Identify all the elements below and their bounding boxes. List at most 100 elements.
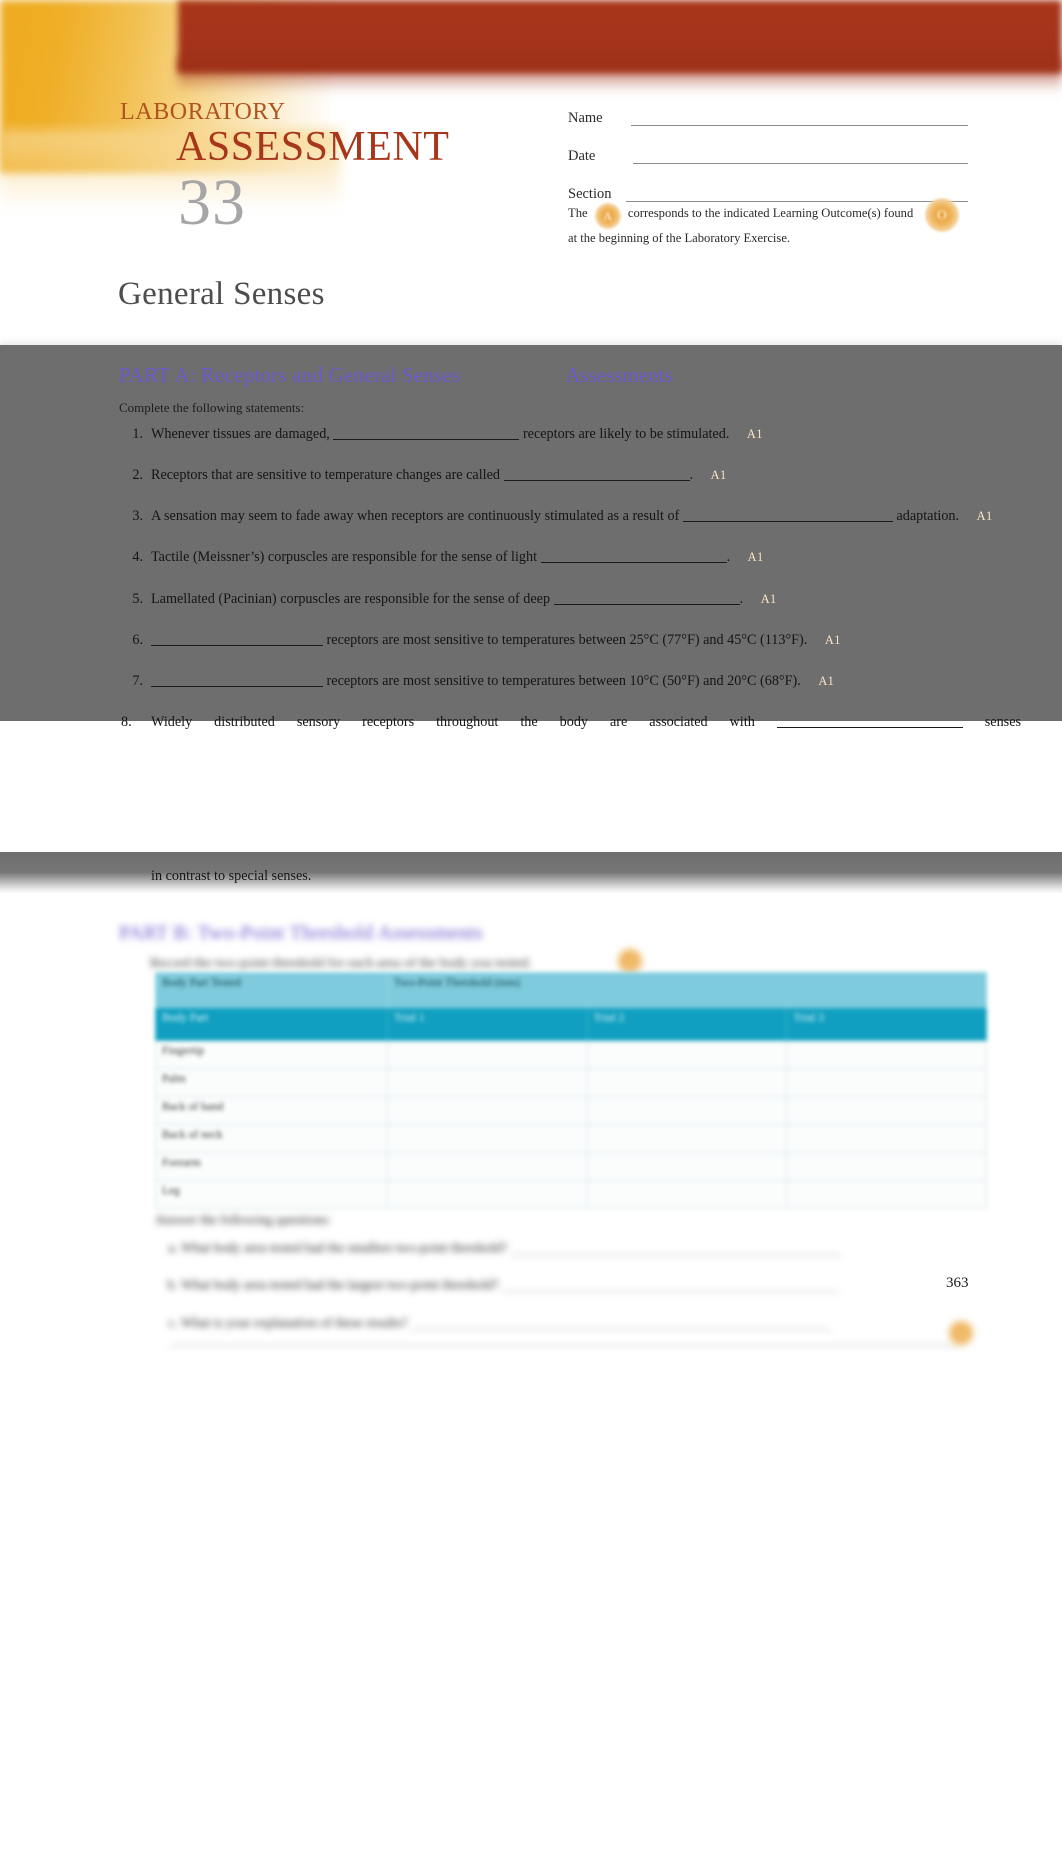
pb-q1-answer-blank[interactable]	[510, 1254, 841, 1255]
q2-text-pre: Receptors that are sensitive to temperat…	[151, 467, 501, 484]
cell-1-1[interactable]	[387, 1068, 588, 1097]
lab-number: 33	[178, 166, 246, 239]
brick-banner-fade	[178, 58, 1062, 92]
q8-answer-blank[interactable]	[776, 714, 963, 729]
q2-answer-blank[interactable]	[503, 467, 690, 482]
part-b-badge-icon: A	[617, 948, 643, 974]
q3-text-post: adaptation.	[896, 508, 960, 525]
part-b-extra-answer-line[interactable]	[170, 1345, 960, 1346]
q6-answer-blank[interactable]	[151, 631, 323, 646]
q8-text-pre: Widely distributed sensory receptors thr…	[151, 714, 755, 731]
outcome-o-badge-icon: O	[925, 198, 959, 232]
q7-answer-blank[interactable]	[151, 672, 323, 687]
q7-text-post: receptors are most sensitive to temperat…	[326, 672, 801, 689]
question-item-3: A sensation may seem to fade away when r…	[121, 506, 1021, 526]
cell-4-2[interactable]	[586, 1152, 788, 1181]
part-b-questions: Answer the following questions: What bod…	[155, 1212, 995, 1350]
cell-5-2[interactable]	[586, 1180, 788, 1209]
sheet-bottom-whitespace	[0, 1400, 1062, 1857]
page-number: 363	[946, 1275, 969, 1291]
question-item-4: Tactile (Meissner’s) corpuscles are resp…	[121, 547, 1021, 567]
part-b-question-item: What body area tested had the largest tw…	[181, 1275, 995, 1295]
cell-3-1[interactable]	[387, 1124, 588, 1153]
th-sub-1: Trial 1	[387, 1007, 588, 1041]
cell-4-3[interactable]	[786, 1152, 987, 1181]
cell-5-3[interactable]	[786, 1180, 987, 1209]
question-item-2: Receptors that are sensitive to temperat…	[121, 465, 1021, 485]
q1-answer-blank[interactable]	[333, 426, 520, 440]
part-b-title: PART B: Two-Point Threshold Assessments	[119, 922, 483, 944]
pb-q2-answer-blank[interactable]	[502, 1291, 839, 1293]
question-item-5: Lamellated (Pacinian) corpuscles are res…	[121, 589, 1021, 609]
part-a-tail-line: in contrast to special senses.	[151, 868, 312, 884]
cell-1-3[interactable]	[786, 1068, 987, 1097]
part-b-question-list: What body area tested had the smallest t…	[155, 1238, 995, 1333]
table-row: Fingertip	[155, 1040, 987, 1069]
learning-outcome-note: The A corresponds to the indicated Learn…	[568, 203, 916, 247]
cell-4-1[interactable]	[387, 1152, 588, 1181]
table-row: Back of neck	[155, 1124, 987, 1153]
cell-2-0: Back of hand	[155, 1096, 388, 1125]
q5-answer-blank[interactable]	[553, 590, 740, 605]
q3-outcome-tag: A1	[976, 509, 993, 524]
pb-q3-text: What is your explanation of these result…	[181, 1314, 408, 1330]
date-input[interactable]	[633, 163, 968, 164]
q8-text-post: senses	[984, 714, 1022, 731]
q1-text-pre: Whenever tissues are damaged,	[151, 426, 330, 442]
part-b-instruction: Record the two-point threshold for each …	[150, 956, 532, 971]
q4-text-post: .	[726, 549, 731, 566]
name-row: Name	[568, 92, 968, 130]
question-item-6: receptors are most sensitive to temperat…	[121, 630, 1021, 650]
part-a-header: PART A: Receptors and General Senses Ass…	[119, 363, 939, 388]
part-a-question-list: Whenever tissues are damaged, receptors …	[119, 424, 1021, 753]
cell-0-0: Fingertip	[155, 1040, 388, 1069]
q3-text-pre: A sensation may seem to fade away when r…	[151, 508, 680, 525]
table-header-row-top: Body Part Tested Two-Point Threshold (mm…	[155, 972, 987, 1008]
q6-text-post: receptors are most sensitive to temperat…	[326, 631, 808, 648]
cell-1-0: Palm	[155, 1068, 388, 1097]
pb-q3-answer-blank[interactable]	[410, 1328, 831, 1330]
cell-3-0: Back of neck	[155, 1124, 388, 1153]
masthead: LABORATORY ASSESSMENT 33	[118, 100, 538, 236]
section-input[interactable]	[625, 201, 968, 202]
part-a-assessments-label: Assessments	[565, 363, 673, 387]
table-body: Fingertip Palm Back of hand Back of neck	[155, 1040, 987, 1209]
table-row: Back of hand	[155, 1096, 987, 1125]
q5-text-pre: Lamellated (Pacinian) corpuscles are res…	[151, 590, 551, 607]
cell-2-2[interactable]	[586, 1096, 788, 1125]
cell-1-2[interactable]	[586, 1068, 788, 1097]
cell-4-0: Forearm	[155, 1152, 388, 1181]
part-b-bottom-badge-icon: A	[948, 1320, 974, 1346]
question-item-7: receptors are most sensitive to temperat…	[121, 671, 1021, 691]
question-item-1: Whenever tissues are damaged, receptors …	[121, 424, 1021, 444]
q7-outcome-tag: A1	[818, 673, 835, 688]
table-head: Body Part Tested Two-Point Threshold (mm…	[155, 972, 987, 1041]
cell-5-1[interactable]	[387, 1180, 588, 1209]
cell-2-1[interactable]	[387, 1096, 588, 1125]
assessment-word: ASSESSMENT	[176, 124, 450, 170]
cell-0-1[interactable]	[387, 1040, 588, 1069]
table-row: Palm	[155, 1068, 987, 1097]
cell-2-3[interactable]	[786, 1096, 987, 1125]
q4-answer-blank[interactable]	[540, 549, 727, 564]
part-a-instruction: Complete the following statements:	[119, 400, 305, 415]
th-sub-3: Trial 3	[786, 1007, 987, 1041]
cell-3-2[interactable]	[586, 1124, 788, 1153]
part-b-question-item: What body area tested had the smallest t…	[181, 1238, 995, 1258]
q5-text-post: .	[739, 590, 744, 607]
th-sub-0: Body Part	[155, 1007, 388, 1041]
q3-answer-blank[interactable]	[682, 508, 893, 523]
cell-0-2[interactable]	[586, 1040, 788, 1069]
table-header-row-sub: Body Part Trial 1 Trial 2 Trial 3	[155, 1007, 987, 1041]
table-row: Leg	[155, 1180, 987, 1209]
outcome-a-badge-icon: A	[594, 203, 621, 229]
th-top-0: Body Part Tested	[155, 972, 388, 1008]
name-input[interactable]	[630, 125, 968, 126]
table-row: Forearm	[155, 1152, 987, 1181]
cell-3-3[interactable]	[786, 1124, 987, 1153]
cell-5-0: Leg	[155, 1180, 388, 1209]
q4-outcome-tag: A1	[747, 550, 764, 565]
q5-outcome-tag: A1	[760, 591, 777, 606]
cell-0-3[interactable]	[786, 1040, 987, 1069]
q4-text-pre: Tactile (Meissner’s) corpuscles are resp…	[151, 549, 538, 566]
